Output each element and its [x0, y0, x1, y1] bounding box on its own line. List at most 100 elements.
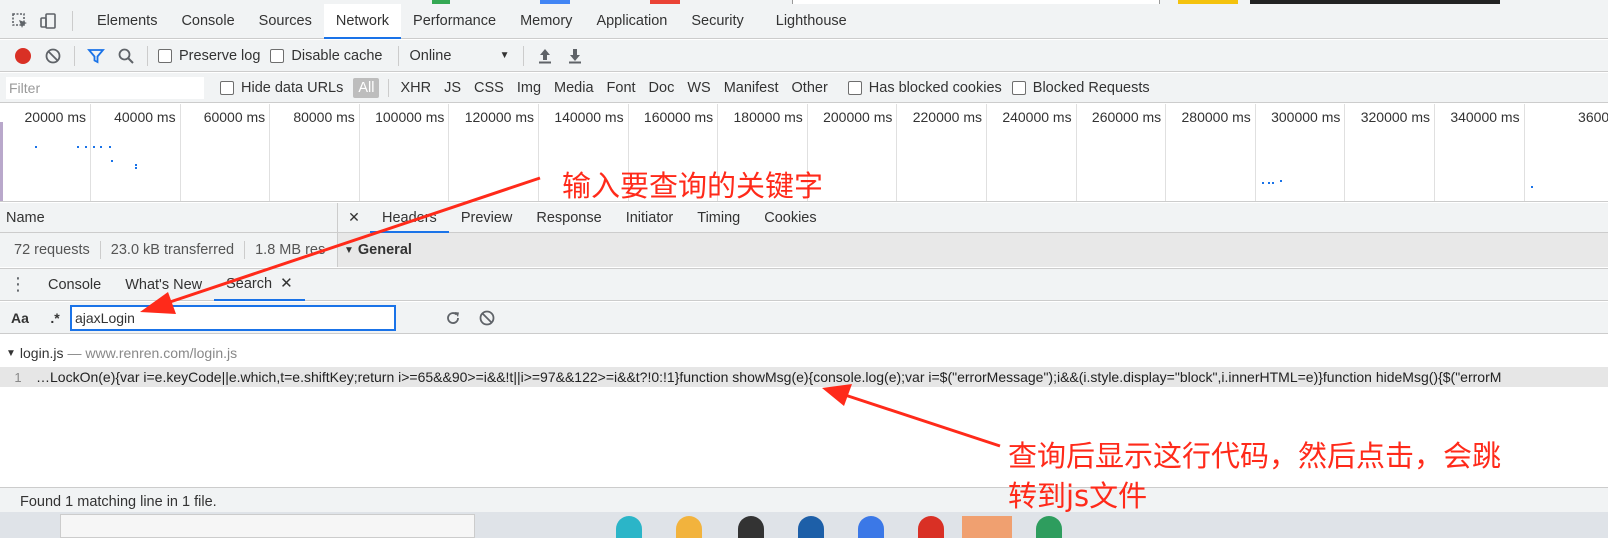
- taskbar-app-icon[interactable]: [1036, 516, 1062, 538]
- regex-button[interactable]: .*: [40, 310, 70, 326]
- filter-bar: Filter Hide data URLs All XHR JS CSS Img…: [0, 73, 1608, 103]
- result-file-url: — www.renren.com/login.js: [67, 345, 238, 361]
- clear-icon[interactable]: [470, 303, 504, 333]
- has-blocked-cookies-label: Has blocked cookies: [868, 79, 1002, 96]
- search-bar: Aa .* ajaxLogin: [0, 302, 1608, 334]
- checkbox-box[interactable]: [1011, 80, 1026, 95]
- divider: [523, 45, 525, 66]
- close-icon[interactable]: ✕: [338, 209, 370, 226]
- blocked-requests-checkbox[interactable]: Blocked Requests: [1011, 80, 1150, 96]
- tab-performance[interactable]: Performance: [401, 4, 508, 39]
- overview-tick-label: 180000 ms: [733, 109, 803, 125]
- filter-type-css[interactable]: CSS: [469, 78, 509, 98]
- drawer-tab-search[interactable]: Search ✕: [214, 269, 305, 301]
- filter-type-js[interactable]: JS: [439, 78, 466, 98]
- search-icon[interactable]: [111, 41, 141, 71]
- export-har-icon[interactable]: [560, 41, 590, 71]
- filter-type-img[interactable]: Img: [512, 78, 546, 98]
- tab-initiator[interactable]: Initiator: [614, 203, 686, 233]
- checkbox-box[interactable]: [847, 80, 862, 95]
- taskbar-active-app[interactable]: [962, 516, 1012, 538]
- filter-type-media[interactable]: Media: [549, 78, 599, 98]
- tab-network[interactable]: Network: [323, 3, 402, 39]
- taskbar-app-icon[interactable]: [616, 516, 642, 538]
- resources-size: 1.8 MB res: [255, 242, 326, 258]
- matched-code: …LockOn(e){var i=e.keyCode||e.which,t=e.…: [36, 369, 1502, 385]
- filter-type-ws[interactable]: WS: [682, 78, 715, 98]
- tab-application[interactable]: Application: [584, 4, 679, 39]
- drawer-tab-whats-new[interactable]: What's New: [113, 269, 214, 301]
- request-activity-dot: [1268, 182, 1270, 184]
- taskbar-chrome-icon[interactable]: [918, 516, 944, 538]
- divider: [398, 45, 400, 66]
- tab-elements[interactable]: Elements: [85, 4, 169, 39]
- checkbox-box[interactable]: [158, 48, 172, 63]
- filter-icon[interactable]: [81, 41, 111, 71]
- overview-tick-label: 80000 ms: [293, 109, 355, 125]
- taskbar-folder-icon[interactable]: [676, 516, 702, 538]
- tab-lighthouse[interactable]: Lighthouse: [764, 4, 859, 39]
- has-blocked-cookies-checkbox[interactable]: Has blocked cookies: [847, 79, 1002, 96]
- taskbar-app-icon[interactable]: [858, 516, 884, 538]
- line-number: 1: [14, 369, 22, 385]
- general-section-header[interactable]: ▼ General: [338, 233, 1608, 267]
- tab-security[interactable]: Security: [679, 4, 755, 39]
- record-button[interactable]: [8, 41, 38, 71]
- tab-response[interactable]: Response: [524, 203, 613, 233]
- overview-tick-label: 260000 ms: [1091, 109, 1162, 125]
- overview-tick-label: 160000 ms: [643, 109, 714, 125]
- checkbox-box[interactable]: [270, 48, 285, 63]
- drawer-tab-console[interactable]: Console: [36, 269, 113, 301]
- drawer-tab-bar: ⋮ Console What's New Search ✕: [0, 268, 1608, 301]
- hide-data-urls-label: Hide data URLs: [241, 79, 344, 96]
- clear-icon[interactable]: [38, 41, 68, 71]
- request-activity-dot: [1262, 182, 1264, 184]
- triangle-down-icon: ▼: [6, 347, 16, 359]
- network-toolbar: Preserve log Disable cache Online ▼: [0, 40, 1608, 72]
- result-match-line[interactable]: 1 …LockOn(e){var i=e.keyCode||e.which,t=…: [0, 367, 1608, 387]
- tab-memory[interactable]: Memory: [508, 4, 584, 39]
- more-options-icon[interactable]: ⋮: [0, 274, 36, 295]
- chevron-down-icon: ▼: [499, 50, 510, 61]
- hide-data-urls-checkbox[interactable]: Hide data URLs: [220, 80, 343, 96]
- filter-type-doc[interactable]: Doc: [644, 78, 680, 98]
- close-icon[interactable]: ✕: [280, 268, 293, 300]
- tab-cookies[interactable]: Cookies: [752, 203, 828, 233]
- request-activity-dot: [109, 146, 111, 148]
- divider: [99, 241, 101, 259]
- devtools-tab-bar: Elements Console Sources Network Perform…: [0, 3, 1608, 39]
- filter-type-xhr[interactable]: XHR: [395, 78, 436, 98]
- tab-timing[interactable]: Timing: [685, 203, 752, 233]
- request-activity-dot: [35, 146, 37, 148]
- result-file-name: login.js: [19, 345, 64, 361]
- filter-type-manifest[interactable]: Manifest: [719, 78, 784, 98]
- divider: [147, 45, 148, 66]
- throttling-select[interactable]: Online ▼: [409, 48, 509, 64]
- taskbar-app-icon[interactable]: [798, 516, 824, 538]
- filter-type-all[interactable]: All: [353, 77, 380, 98]
- tab-sources[interactable]: Sources: [247, 4, 324, 39]
- search-input[interactable]: ajaxLogin: [70, 304, 396, 331]
- general-section-label: General: [357, 242, 412, 258]
- tab-preview[interactable]: Preview: [449, 203, 525, 233]
- import-har-icon[interactable]: [530, 41, 560, 71]
- filter-type-font[interactable]: Font: [602, 78, 641, 98]
- disable-cache-checkbox[interactable]: Disable cache: [270, 48, 382, 64]
- tab-console[interactable]: Console: [169, 4, 246, 39]
- tab-headers[interactable]: Headers: [370, 203, 449, 233]
- inspect-element-icon[interactable]: [6, 5, 34, 38]
- overview-tick-label: 140000 ms: [554, 109, 624, 125]
- taskbar-app-icon[interactable]: [738, 516, 764, 538]
- overview-tick-label: 220000 ms: [912, 109, 982, 125]
- preserve-log-checkbox[interactable]: Preserve log: [158, 48, 260, 64]
- checkbox-box[interactable]: [220, 80, 234, 95]
- filter-type-other[interactable]: Other: [787, 78, 833, 98]
- refresh-icon[interactable]: [436, 303, 470, 333]
- result-file-row[interactable]: ▼ login.js — www.renren.com/login.js: [6, 345, 237, 361]
- filter-input[interactable]: Filter: [6, 76, 204, 99]
- overview-tick-label: 300000 ms: [1271, 109, 1341, 125]
- match-case-button[interactable]: Aa: [0, 310, 40, 326]
- taskbar-search-box[interactable]: [60, 514, 475, 538]
- name-column-header[interactable]: Name: [0, 203, 337, 233]
- device-toolbar-icon[interactable]: [34, 5, 62, 38]
